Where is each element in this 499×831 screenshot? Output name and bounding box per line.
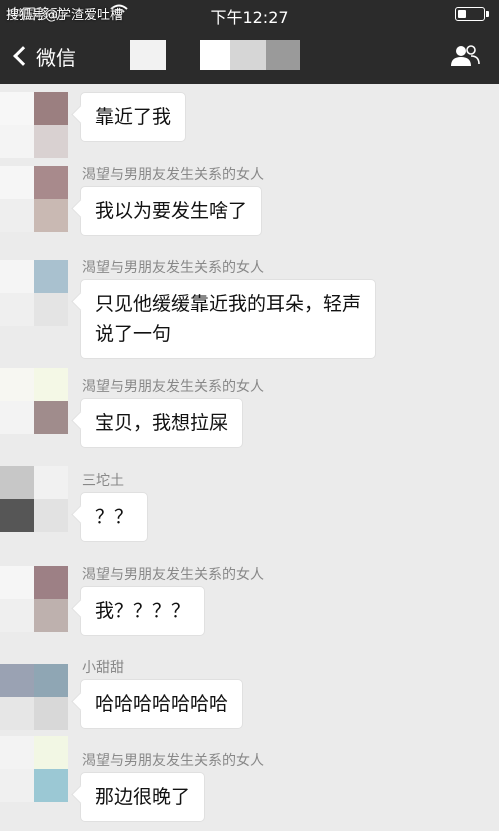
battery-level	[458, 10, 466, 18]
message-bubble[interactable]: 那边很晚了	[80, 772, 206, 822]
message-bubble[interactable]: 靠近了我	[80, 92, 187, 142]
status-bar: 中国移动 下午12:27	[0, 0, 499, 28]
sender-name: 小甜甜	[82, 660, 124, 676]
message-bubble[interactable]: 哈哈哈哈哈哈哈	[80, 679, 244, 729]
sender-name: 渴望与男朋友发生关系的女人	[82, 753, 264, 769]
sender-name: 渴望与男朋友发生关系的女人	[82, 167, 264, 183]
avatar[interactable]	[0, 736, 68, 802]
message-bubble[interactable]: 宝贝，我想拉屎	[80, 398, 244, 448]
back-button[interactable]: 微信	[10, 40, 76, 72]
avatar[interactable]	[0, 166, 68, 232]
message-bubble[interactable]: 我？？？？	[80, 586, 206, 636]
sender-name: 三坨土	[82, 473, 124, 489]
message-bubble[interactable]: 我以为要发生啥了	[80, 186, 263, 236]
chevron-left-icon	[13, 46, 33, 66]
avatar[interactable]	[0, 466, 68, 532]
avatar[interactable]	[0, 566, 68, 632]
sender-name: 渴望与男朋友发生关系的女人	[82, 567, 264, 583]
avatar[interactable]	[0, 664, 68, 730]
sender-name: 渴望与男朋友发生关系的女人	[82, 260, 264, 276]
avatar[interactable]	[0, 368, 68, 434]
group-icon[interactable]	[449, 44, 481, 68]
chat-area[interactable]: 靠近了我 渴望与男朋友发生关系的女人 我以为要发生啥了 渴望与男朋友发生关系的女…	[0, 84, 499, 831]
avatar[interactable]	[0, 92, 68, 158]
avatar[interactable]	[0, 260, 68, 326]
back-label: 微信	[36, 45, 76, 70]
clock: 下午12:27	[210, 8, 289, 27]
message-bubble[interactable]: ？？	[80, 492, 149, 542]
sender-name: 渴望与男朋友发生关系的女人	[82, 379, 264, 395]
nav-bar: 微信	[0, 28, 499, 84]
battery-icon	[455, 7, 489, 21]
message-bubble[interactable]: 只见他缓缓靠近我的耳朵，轻声 说了一句	[80, 279, 377, 359]
